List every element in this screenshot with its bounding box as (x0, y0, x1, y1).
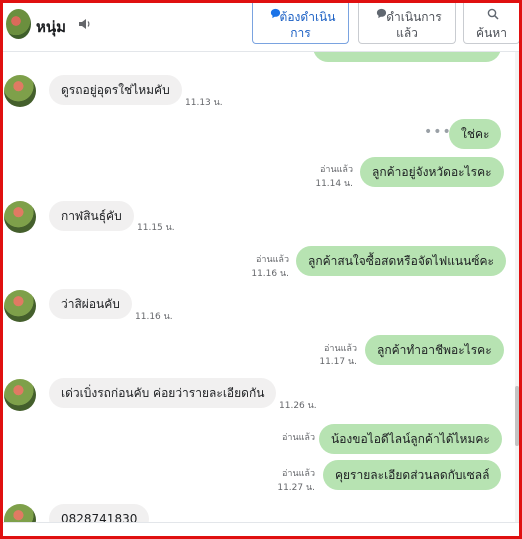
message-time: 11.15 น. (137, 223, 175, 233)
contact-avatar[interactable] (4, 379, 36, 411)
pending-action-button[interactable]: ต้องดำเนิน การ (252, 3, 349, 44)
message-time: 11.26 น. (279, 401, 317, 411)
message-list[interactable]: ดูรถอยู่อุดรใช่ไหมคับ 11.13 น. ••• ใช่คะ… (3, 32, 517, 536)
search-icon (487, 8, 499, 20)
message-bubble-outgoing[interactable]: น้องขอไอดีไลน์ลูกค้าได้ไหมคะ (319, 424, 502, 454)
message-bubble-outgoing[interactable]: คุยรายละเอียดส่วนลดกับเซลล์ (323, 460, 502, 490)
message-time: 11.17 น. (319, 357, 357, 367)
contact-avatar[interactable] (6, 9, 31, 39)
message-bubble-outgoing[interactable]: ลูกค้าสนใจซื้อสดหรือจัดไฟแนนซ์คะ (296, 246, 506, 276)
chat-window: หนุ่ม ต้องดำเนิน การ ดำเนินการ แล้ว ค้นห (0, 0, 522, 539)
read-receipt: อ่านแล้ว (282, 433, 315, 443)
message-bubble-outgoing[interactable]: ลูกค้าอยู่จังหวัดอะไรคะ (360, 157, 504, 187)
more-options-icon[interactable]: ••• (424, 124, 452, 140)
search-label: ค้นหา (476, 26, 507, 40)
message-bubble-outgoing[interactable]: ใช่คะ (449, 119, 502, 149)
contact-name[interactable]: หนุ่ม (36, 15, 66, 39)
message-bubble-incoming[interactable]: ว่าสิผ่อนคับ (49, 289, 132, 319)
message-time: 11.16 น. (135, 312, 173, 322)
speaker-icon[interactable] (78, 18, 92, 30)
message-time: 11.14 น. (315, 179, 353, 189)
read-receipt: อ่านแล้ว (324, 344, 357, 354)
message-bubble-incoming[interactable]: กาฬสินธุ์คับ (49, 201, 134, 231)
message-bubble-incoming[interactable]: เด่วเบิ่งรถก่อนคับ ค่อยว่ารายละเอียดกัน (49, 378, 277, 408)
message-scrollbar-thumb[interactable] (515, 386, 519, 446)
done-action-button[interactable]: ดำเนินการ แล้ว (358, 3, 456, 44)
message-time: 11.16 น. (251, 269, 289, 279)
read-receipt: อ่านแล้ว (282, 469, 315, 479)
contact-avatar[interactable] (4, 201, 36, 233)
contact-avatar[interactable] (4, 75, 36, 107)
pending-label-line2: การ (290, 26, 311, 40)
conversation-header: หนุ่ม ต้องดำเนิน การ ดำเนินการ แล้ว ค้นห (3, 3, 519, 52)
message-bubble-incoming[interactable]: ดูรถอยู่อุดรใช่ไหมคับ (49, 75, 182, 105)
contact-avatar[interactable] (4, 290, 36, 322)
done-label-line2: แล้ว (396, 26, 418, 40)
read-receipt: อ่านแล้ว (256, 255, 289, 265)
message-time: 11.27 น. (277, 483, 315, 493)
search-button[interactable]: ค้นหา (463, 3, 519, 44)
read-receipt: อ่านแล้ว (320, 165, 353, 175)
message-bubble-outgoing[interactable]: ลูกค้าทำอาชีพอะไรคะ (365, 335, 504, 365)
message-scrollbar-track[interactable] (515, 52, 519, 522)
message-time: 11.13 น. (185, 98, 223, 108)
message-composer[interactable] (3, 522, 519, 536)
